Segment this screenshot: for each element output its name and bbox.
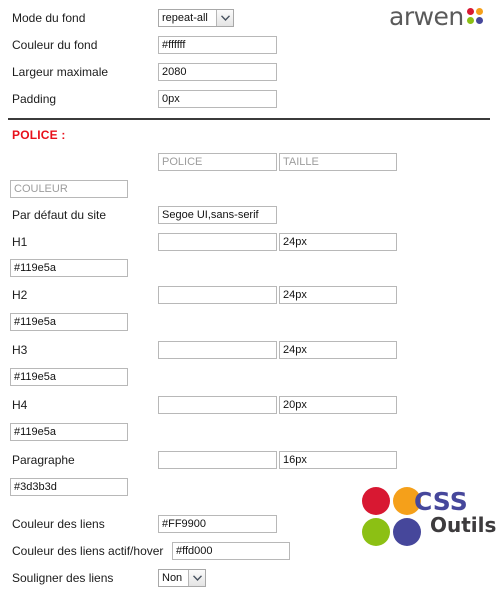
input-paragraphe-police[interactable] — [158, 451, 277, 469]
settings-page: arwen Mode du fond repeat-all Couleur du… — [0, 0, 501, 594]
cssoutils-wordmark: CSS Outils — [414, 489, 496, 536]
cssoutils-logo: CSS Outils — [362, 487, 497, 549]
row-couleur-header — [0, 180, 501, 202]
label-padding: Padding — [12, 92, 57, 106]
input-h3-couleur[interactable] — [10, 368, 128, 386]
header-police — [158, 153, 277, 171]
input-largeur-maximale[interactable] — [158, 63, 277, 81]
input-h2-taille[interactable] — [279, 286, 397, 304]
header-couleur — [10, 180, 128, 198]
input-h1-police[interactable] — [158, 233, 277, 251]
label-couleur-liens-hover: Couleur des liens actif/hover — [12, 544, 164, 558]
row-h1-couleur — [0, 259, 501, 281]
row-h4-couleur — [0, 423, 501, 445]
chevron-down-icon[interactable] — [216, 10, 233, 26]
input-padding[interactable] — [158, 90, 277, 108]
input-paragraphe-couleur[interactable] — [10, 478, 128, 496]
row-mode-du-fond: Mode du fond repeat-all — [0, 9, 501, 31]
row-par-defaut-du-site: Par défaut du site — [0, 206, 501, 228]
label-par-defaut-du-site: Par défaut du site — [12, 208, 107, 222]
input-h1-couleur[interactable] — [10, 259, 128, 277]
label-souligner-des-liens: Souligner des liens — [12, 571, 114, 585]
row-largeur-maximale: Largeur maximale — [0, 63, 501, 85]
section-title-police: POLICE : — [12, 128, 66, 142]
label-mode-du-fond: Mode du fond — [12, 11, 86, 25]
row-police-headers — [0, 153, 501, 175]
row-h3-couleur — [0, 368, 501, 390]
select-souligner-des-liens[interactable]: Non — [158, 569, 206, 587]
row-paragraphe: Paragraphe — [0, 451, 501, 473]
label-h3: H3 — [12, 343, 28, 357]
input-par-defaut-police[interactable] — [158, 206, 277, 224]
row-couleur-du-fond: Couleur du fond — [0, 36, 501, 58]
label-couleur-du-fond: Couleur du fond — [12, 38, 98, 52]
input-h4-couleur[interactable] — [10, 423, 128, 441]
cssoutils-css-text: CSS — [414, 487, 468, 516]
section-divider — [8, 118, 490, 120]
input-h3-taille[interactable] — [279, 341, 397, 359]
label-paragraphe: Paragraphe — [12, 453, 75, 467]
select-mode-du-fond-value: repeat-all — [159, 10, 216, 26]
label-h2: H2 — [12, 288, 28, 302]
input-h4-taille[interactable] — [279, 396, 397, 414]
cssoutils-dot-green — [362, 518, 390, 546]
input-h1-taille[interactable] — [279, 233, 397, 251]
header-taille — [279, 153, 397, 171]
cssoutils-outils-text: Outils — [430, 513, 497, 537]
cssoutils-dot-red — [362, 487, 390, 515]
input-h2-police[interactable] — [158, 286, 277, 304]
label-h4: H4 — [12, 398, 28, 412]
label-largeur-maximale: Largeur maximale — [12, 65, 109, 79]
input-h2-couleur[interactable] — [10, 313, 128, 331]
chevron-down-icon[interactable] — [188, 570, 205, 586]
label-h1: H1 — [12, 235, 28, 249]
row-h2: H2 — [0, 286, 501, 308]
input-paragraphe-taille[interactable] — [279, 451, 397, 469]
input-couleur-liens-hover[interactable] — [172, 542, 290, 560]
row-h1: H1 — [0, 233, 501, 255]
select-souligner-value: Non — [159, 570, 188, 586]
row-souligner-des-liens: Souligner des liens Non — [0, 569, 501, 591]
label-couleur-des-liens: Couleur des liens — [12, 517, 105, 531]
input-couleur-des-liens[interactable] — [158, 515, 277, 533]
input-h3-police[interactable] — [158, 341, 277, 359]
row-h3: H3 — [0, 341, 501, 363]
row-padding: Padding — [0, 90, 501, 112]
input-h4-police[interactable] — [158, 396, 277, 414]
row-h4: H4 — [0, 396, 501, 418]
input-couleur-du-fond[interactable] — [158, 36, 277, 54]
row-h2-couleur — [0, 313, 501, 335]
select-mode-du-fond[interactable]: repeat-all — [158, 9, 234, 27]
